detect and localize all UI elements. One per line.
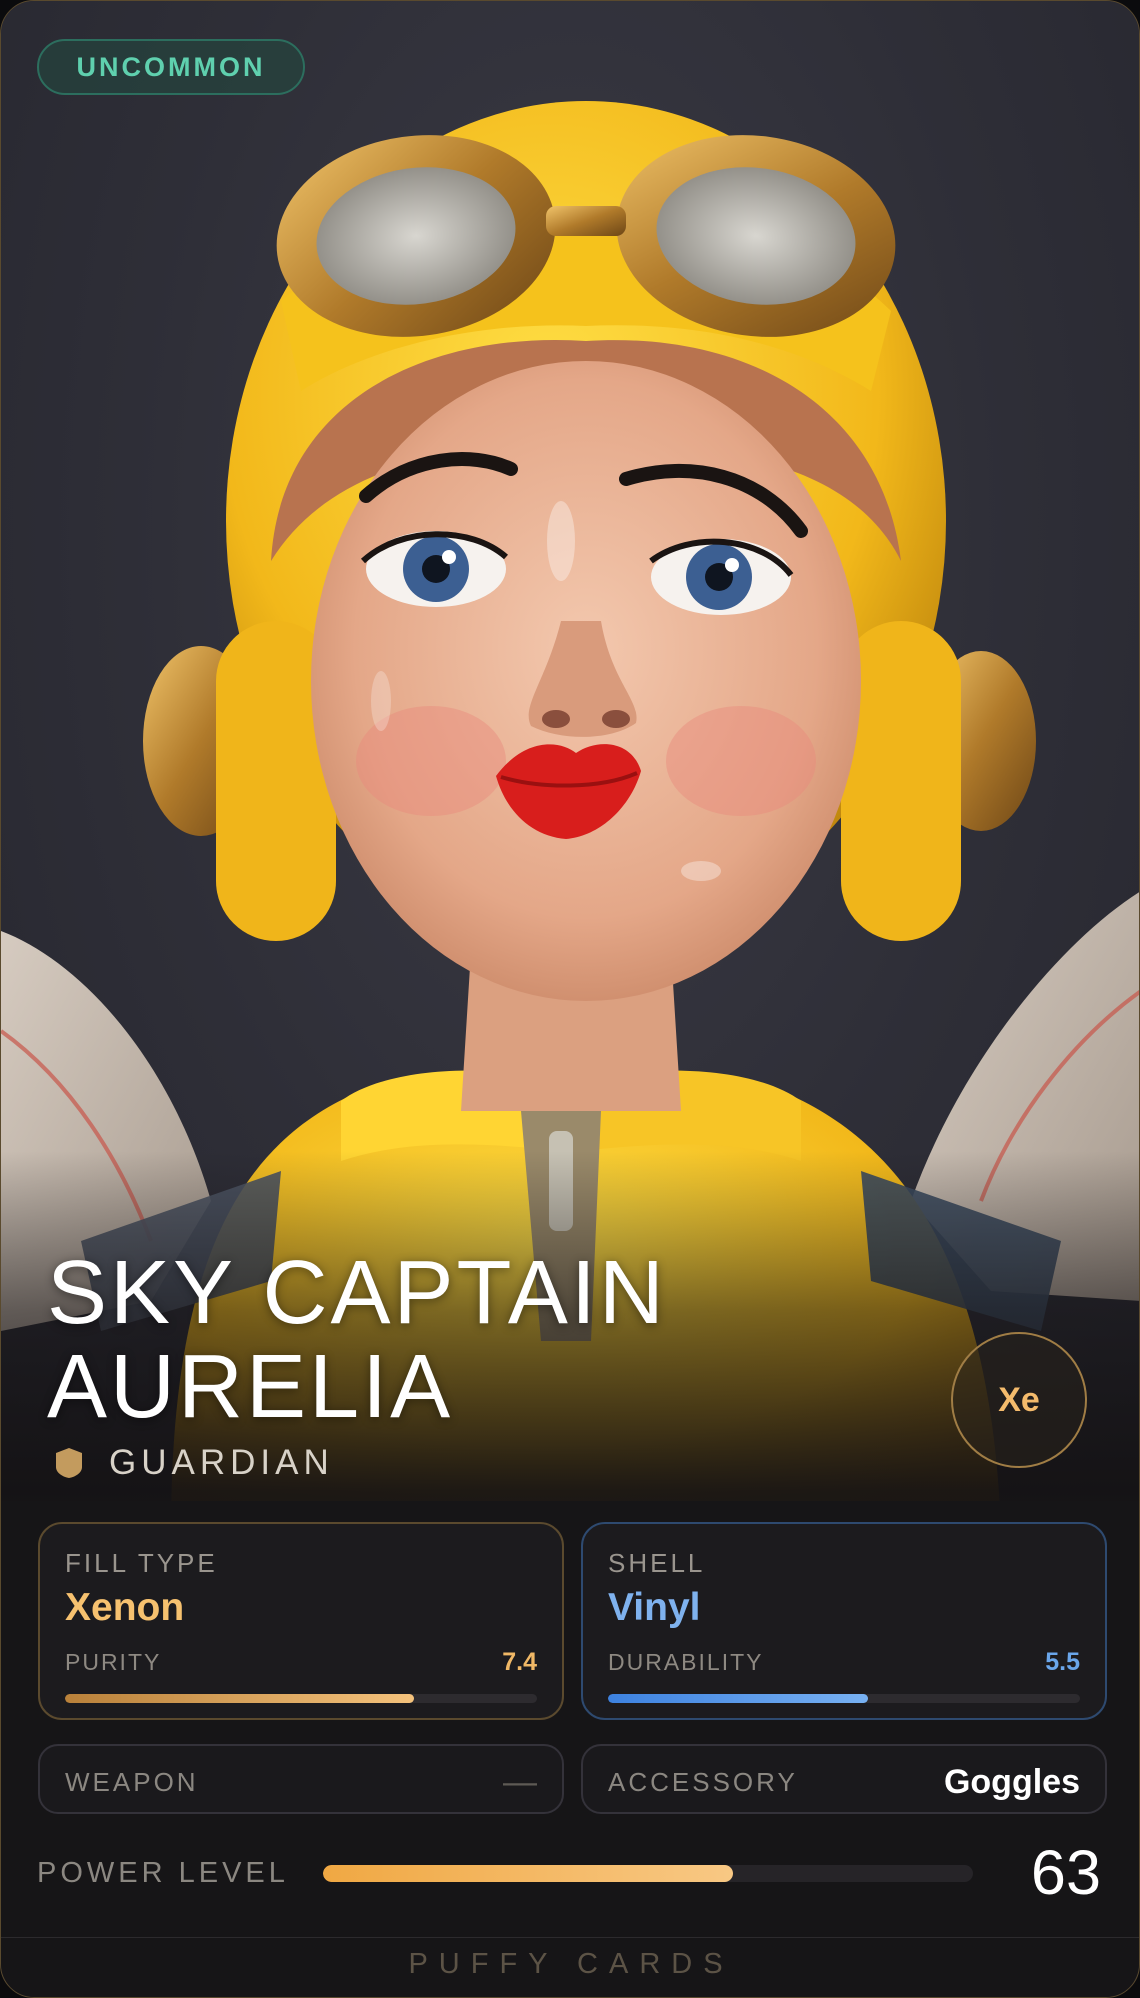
power-level-track <box>323 1865 973 1882</box>
durability-value: 5.5 <box>1045 1648 1080 1676</box>
power-level-label: POWER LEVEL <box>37 1857 289 1889</box>
character-class: GUARDIAN <box>55 1443 334 1483</box>
class-label: GUARDIAN <box>109 1443 334 1482</box>
character-name: SKY CAPTAIN AURELIA <box>47 1246 667 1434</box>
element-symbol: Xe <box>998 1380 1040 1419</box>
purity-label: PURITY <box>65 1649 162 1675</box>
accessory-label: ACCESSORY <box>608 1767 798 1797</box>
element-badge: Xe <box>951 1332 1087 1468</box>
purity-bar-track <box>65 1694 537 1703</box>
rarity-badge: UNCOMMON <box>37 39 305 95</box>
fill-type-title: FILL TYPE <box>65 1548 218 1578</box>
weapon-value: — <box>503 1763 537 1801</box>
purity-bar-fill <box>65 1694 415 1703</box>
collectible-card: UNCOMMON SKY CAPTAIN AURELIA GUARDIAN Xe… <box>0 0 1140 1998</box>
fill-type-value: Xenon <box>65 1586 185 1629</box>
power-level-fill <box>323 1865 733 1882</box>
shield-icon <box>56 1448 82 1478</box>
character-name-line-2: AURELIA <box>47 1337 454 1437</box>
durability-bar-track <box>608 1694 1080 1703</box>
shell-title: SHELL <box>608 1548 706 1578</box>
durability-bar-fill <box>608 1694 868 1703</box>
purity-value: 7.4 <box>502 1648 537 1676</box>
durability-label: DURABILITY <box>608 1649 764 1675</box>
character-name-line-1: SKY CAPTAIN <box>47 1243 667 1343</box>
footer-divider <box>1 1937 1139 1938</box>
shell-panel: SHELL Vinyl DURABILITY 5.5 <box>581 1522 1107 1720</box>
fill-type-panel: FILL TYPE Xenon PURITY 7.4 <box>38 1522 564 1720</box>
brand-footer: PUFFY CARDS <box>408 1948 734 1980</box>
accessory-value: Goggles <box>943 1763 1080 1801</box>
power-level-value: 63 <box>1030 1838 1101 1908</box>
weapon-slot[interactable]: WEAPON — <box>38 1744 564 1814</box>
accessory-slot[interactable]: ACCESSORY Goggles <box>581 1744 1107 1814</box>
weapon-label: WEAPON <box>65 1767 199 1797</box>
shell-value: Vinyl <box>608 1586 701 1629</box>
